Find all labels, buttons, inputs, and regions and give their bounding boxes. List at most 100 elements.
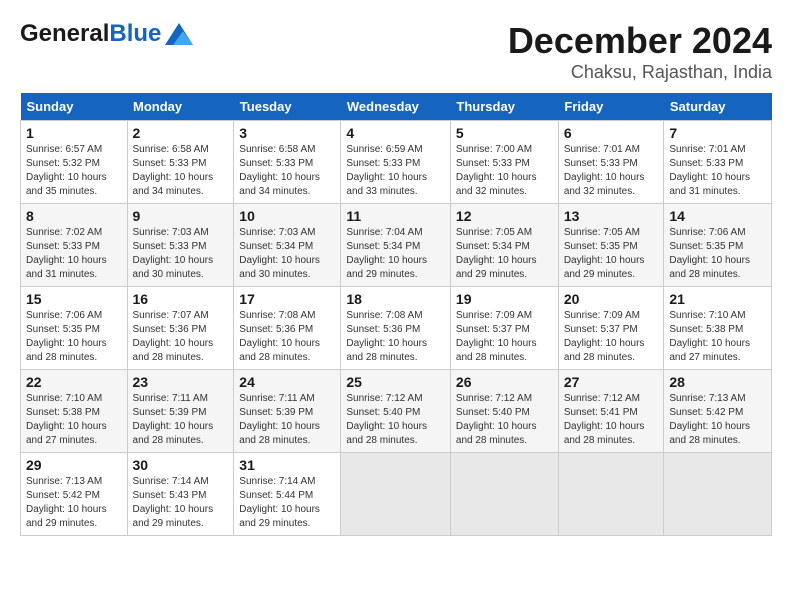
day-info: Sunrise: 7:04 AM Sunset: 5:34 PM Dayligh… (346, 226, 445, 282)
calendar-week-row: 22Sunrise: 7:10 AM Sunset: 5:38 PM Dayli… (21, 370, 772, 453)
day-number: 16 (133, 291, 229, 307)
calendar-cell: 19Sunrise: 7:09 AM Sunset: 5:37 PM Dayli… (450, 287, 558, 370)
day-number: 27 (564, 374, 659, 390)
day-info: Sunrise: 7:11 AM Sunset: 5:39 PM Dayligh… (239, 392, 335, 448)
day-number: 4 (346, 125, 445, 141)
calendar-cell: 27 Sunrise: 7:12 AM Sunset: 5:41 PM Dayli… (558, 370, 664, 453)
day-number: 17 (239, 291, 335, 307)
calendar-cell: 15 Sunrise: 7:06 AM Sunset: 5:35 PM Dayli… (21, 287, 128, 370)
day-number: 29 (26, 457, 122, 473)
calendar-cell: 6Sunrise: 7:01 AM Sunset: 5:33 PM Daylig… (558, 121, 664, 204)
day-number: 30 (133, 457, 229, 473)
calendar-cell: 24Sunrise: 7:11 AM Sunset: 5:39 PM Dayli… (234, 370, 341, 453)
day-number: 1 (26, 125, 122, 141)
column-header-monday: Monday (127, 93, 234, 121)
column-header-friday: Friday (558, 93, 664, 121)
day-info: Sunrise: 7:14 AM Sunset: 5:43 PM Dayligh… (133, 475, 229, 531)
calendar-cell: 13 Sunrise: 7:05 AM Sunset: 5:35 PM Dayli… (558, 204, 664, 287)
page-header: GeneralBlue December 2024 Chaksu, Rajast… (20, 20, 772, 83)
day-number: 25 (346, 374, 445, 390)
day-info: Sunrise: 6:58 AM Sunset: 5:33 PM Dayligh… (133, 143, 229, 199)
day-number: 3 (239, 125, 335, 141)
day-info: Sunrise: 7:11 AM Sunset: 5:39 PM Dayligh… (133, 392, 229, 448)
day-info: Sunrise: 7:06 AM Sunset: 5:35 PM Dayligh… (669, 226, 766, 282)
column-header-wednesday: Wednesday (341, 93, 451, 121)
calendar-cell: 5 Sunrise: 7:00 AM Sunset: 5:33 PM Daylig… (450, 121, 558, 204)
column-header-saturday: Saturday (664, 93, 772, 121)
day-number: 7 (669, 125, 766, 141)
calendar-cell: 29 Sunrise: 7:13 AM Sunset: 5:42 PM Dayli… (21, 453, 128, 536)
month-title: December 2024 (508, 20, 772, 62)
calendar-week-row: 29 Sunrise: 7:13 AM Sunset: 5:42 PM Dayli… (21, 453, 772, 536)
calendar-cell: 8Sunrise: 7:02 AM Sunset: 5:33 PM Daylig… (21, 204, 128, 287)
calendar-cell: 7 Sunrise: 7:01 AM Sunset: 5:33 PM Daylig… (664, 121, 772, 204)
calendar-cell: 22Sunrise: 7:10 AM Sunset: 5:38 PM Dayli… (21, 370, 128, 453)
calendar-cell: 21 Sunrise: 7:10 AM Sunset: 5:38 PM Dayli… (664, 287, 772, 370)
calendar-cell: 12 Sunrise: 7:05 AM Sunset: 5:34 PM Dayli… (450, 204, 558, 287)
day-info: Sunrise: 7:13 AM Sunset: 5:42 PM Dayligh… (669, 392, 766, 448)
calendar-cell (558, 453, 664, 536)
calendar-cell: 30 Sunrise: 7:14 AM Sunset: 5:43 PM Dayli… (127, 453, 234, 536)
day-info: Sunrise: 7:01 AM Sunset: 5:33 PM Dayligh… (564, 143, 659, 199)
calendar-week-row: 8Sunrise: 7:02 AM Sunset: 5:33 PM Daylig… (21, 204, 772, 287)
logo-icon (165, 23, 193, 45)
calendar-week-row: 1 Sunrise: 6:57 AM Sunset: 5:32 PM Daylig… (21, 121, 772, 204)
day-info: Sunrise: 7:03 AM Sunset: 5:33 PM Dayligh… (133, 226, 229, 282)
day-number: 14 (669, 208, 766, 224)
day-info: Sunrise: 7:13 AM Sunset: 5:42 PM Dayligh… (26, 475, 122, 531)
day-info: Sunrise: 7:12 AM Sunset: 5:40 PM Dayligh… (346, 392, 445, 448)
day-number: 15 (26, 291, 122, 307)
day-info: Sunrise: 7:00 AM Sunset: 5:33 PM Dayligh… (456, 143, 553, 199)
day-number: 12 (456, 208, 553, 224)
calendar-header-row: SundayMondayTuesdayWednesdayThursdayFrid… (21, 93, 772, 121)
calendar-cell: 18 Sunrise: 7:08 AM Sunset: 5:36 PM Dayli… (341, 287, 451, 370)
day-number: 9 (133, 208, 229, 224)
day-info: Sunrise: 7:12 AM Sunset: 5:41 PM Dayligh… (564, 392, 659, 448)
calendar-cell (664, 453, 772, 536)
calendar-cell (341, 453, 451, 536)
calendar-week-row: 15 Sunrise: 7:06 AM Sunset: 5:35 PM Dayli… (21, 287, 772, 370)
day-info: Sunrise: 7:08 AM Sunset: 5:36 PM Dayligh… (239, 309, 335, 365)
day-info: Sunrise: 7:10 AM Sunset: 5:38 PM Dayligh… (669, 309, 766, 365)
day-number: 11 (346, 208, 445, 224)
day-info: Sunrise: 7:12 AM Sunset: 5:40 PM Dayligh… (456, 392, 553, 448)
logo: GeneralBlue (20, 20, 193, 48)
day-number: 26 (456, 374, 553, 390)
calendar-cell: 9 Sunrise: 7:03 AM Sunset: 5:33 PM Daylig… (127, 204, 234, 287)
calendar-cell: 16 Sunrise: 7:07 AM Sunset: 5:36 PM Dayli… (127, 287, 234, 370)
day-info: Sunrise: 7:05 AM Sunset: 5:34 PM Dayligh… (456, 226, 553, 282)
calendar-cell: 26 Sunrise: 7:12 AM Sunset: 5:40 PM Dayli… (450, 370, 558, 453)
day-info: Sunrise: 7:05 AM Sunset: 5:35 PM Dayligh… (564, 226, 659, 282)
calendar-cell: 28 Sunrise: 7:13 AM Sunset: 5:42 PM Dayli… (664, 370, 772, 453)
day-number: 13 (564, 208, 659, 224)
day-info: Sunrise: 7:01 AM Sunset: 5:33 PM Dayligh… (669, 143, 766, 199)
calendar-cell: 31Sunrise: 7:14 AM Sunset: 5:44 PM Dayli… (234, 453, 341, 536)
calendar-cell: 25 Sunrise: 7:12 AM Sunset: 5:40 PM Dayli… (341, 370, 451, 453)
logo-text: GeneralBlue (20, 20, 161, 48)
day-info: Sunrise: 7:07 AM Sunset: 5:36 PM Dayligh… (133, 309, 229, 365)
calendar-table: SundayMondayTuesdayWednesdayThursdayFrid… (20, 93, 772, 536)
location-title: Chaksu, Rajasthan, India (508, 62, 772, 83)
day-number: 20 (564, 291, 659, 307)
day-info: Sunrise: 6:59 AM Sunset: 5:33 PM Dayligh… (346, 143, 445, 199)
day-info: Sunrise: 6:58 AM Sunset: 5:33 PM Dayligh… (239, 143, 335, 199)
day-info: Sunrise: 7:03 AM Sunset: 5:34 PM Dayligh… (239, 226, 335, 282)
calendar-cell: 17 Sunrise: 7:08 AM Sunset: 5:36 PM Dayli… (234, 287, 341, 370)
calendar-cell: 11 Sunrise: 7:04 AM Sunset: 5:34 PM Dayli… (341, 204, 451, 287)
calendar-cell: 20Sunrise: 7:09 AM Sunset: 5:37 PM Dayli… (558, 287, 664, 370)
day-number: 28 (669, 374, 766, 390)
day-info: Sunrise: 7:08 AM Sunset: 5:36 PM Dayligh… (346, 309, 445, 365)
day-info: Sunrise: 6:57 AM Sunset: 5:32 PM Dayligh… (26, 143, 122, 199)
day-number: 5 (456, 125, 553, 141)
day-info: Sunrise: 7:10 AM Sunset: 5:38 PM Dayligh… (26, 392, 122, 448)
column-header-tuesday: Tuesday (234, 93, 341, 121)
day-number: 19 (456, 291, 553, 307)
day-number: 18 (346, 291, 445, 307)
day-number: 8 (26, 208, 122, 224)
day-number: 21 (669, 291, 766, 307)
day-info: Sunrise: 7:06 AM Sunset: 5:35 PM Dayligh… (26, 309, 122, 365)
calendar-cell: 10Sunrise: 7:03 AM Sunset: 5:34 PM Dayli… (234, 204, 341, 287)
title-area: December 2024 Chaksu, Rajasthan, India (508, 20, 772, 83)
column-header-sunday: Sunday (21, 93, 128, 121)
calendar-cell: 3 Sunrise: 6:58 AM Sunset: 5:33 PM Daylig… (234, 121, 341, 204)
